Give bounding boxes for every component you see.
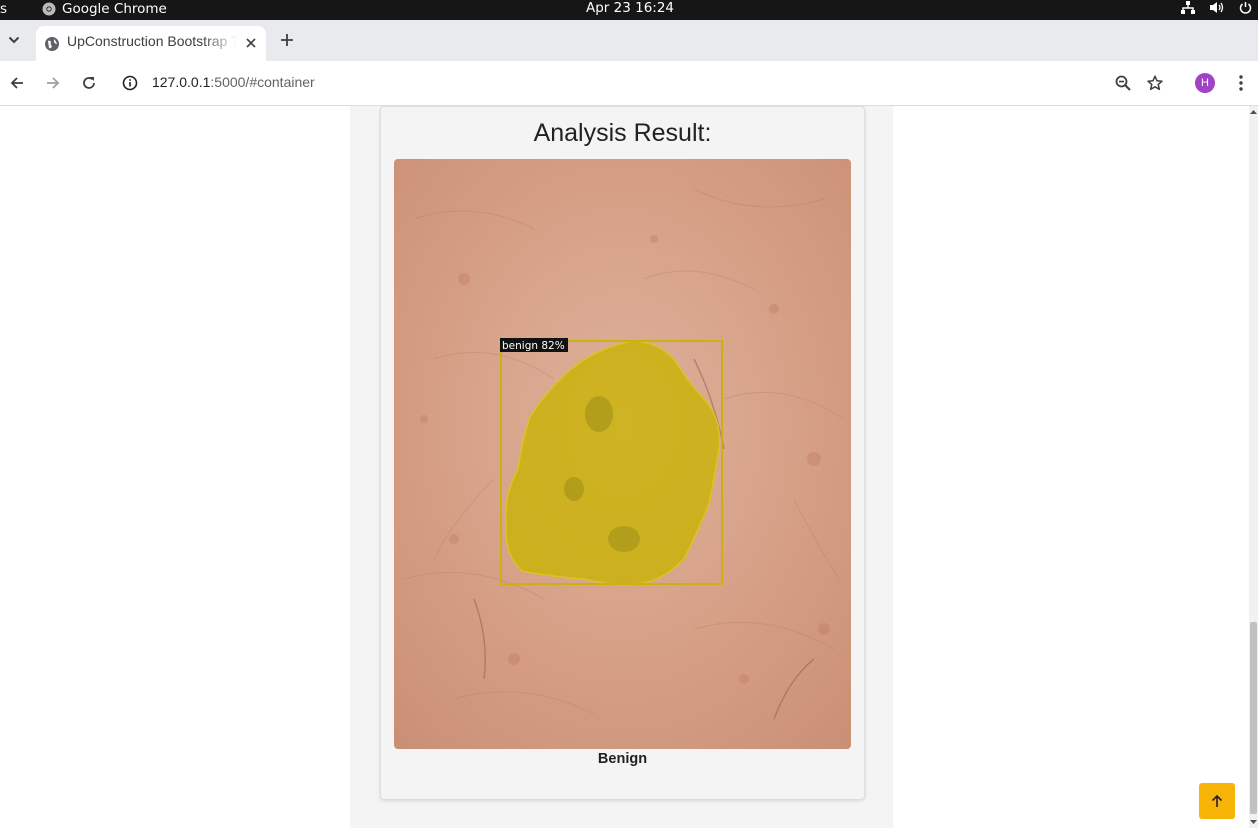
result-image: benign 82% bbox=[394, 159, 851, 749]
zoom-icon bbox=[1115, 75, 1131, 91]
chrome-icon bbox=[42, 2, 56, 16]
url-text[interactable]: 127.0.0.1:5000/#container bbox=[152, 74, 315, 90]
close-icon bbox=[246, 38, 256, 48]
activities-button[interactable]: s bbox=[0, 1, 7, 17]
analysis-result-card: Analysis Result: benign 82% Benign bbox=[380, 106, 865, 800]
tab-active[interactable]: UpConstruction Bootstrap Template bbox=[36, 26, 266, 61]
diagnosis-label: Benign bbox=[597, 751, 648, 767]
plus-icon bbox=[281, 34, 293, 46]
clock[interactable]: Apr 23 16:24 bbox=[586, 0, 674, 16]
app-name: Google Chrome bbox=[62, 1, 167, 17]
detection-label: benign 82% bbox=[502, 340, 565, 352]
forward-button[interactable] bbox=[41, 71, 65, 95]
power-icon bbox=[1239, 2, 1252, 14]
os-top-bar: s Google Chrome Apr 23 16:24 bbox=[0, 0, 1258, 20]
page-scrollbar[interactable] bbox=[1249, 106, 1258, 828]
scroll-up-arrow-icon[interactable] bbox=[1249, 108, 1258, 116]
kebab-menu-icon bbox=[1239, 75, 1243, 91]
back-button[interactable] bbox=[5, 71, 29, 95]
arrow-left-icon bbox=[10, 77, 23, 89]
url-path: :5000/#container bbox=[210, 74, 315, 90]
system-tray[interactable] bbox=[1181, 1, 1252, 14]
address-bar[interactable]: 127.0.0.1:5000/#container bbox=[114, 67, 1144, 99]
volume-icon bbox=[1210, 2, 1224, 13]
chevron-down-icon bbox=[8, 36, 20, 44]
page-viewport: Analysis Result: benign 82% Benign bbox=[0, 106, 1249, 828]
result-title: Analysis Result: bbox=[533, 119, 712, 147]
reload-button[interactable] bbox=[77, 71, 101, 95]
new-tab-button[interactable] bbox=[276, 29, 298, 51]
globe-icon bbox=[45, 37, 59, 51]
skin-lesion-image: benign 82% bbox=[394, 159, 851, 749]
back-to-top-button[interactable] bbox=[1199, 783, 1235, 819]
tab-strip: UpConstruction Bootstrap Template bbox=[0, 20, 1258, 61]
tab-title: UpConstruction Bootstrap Template bbox=[67, 33, 237, 49]
tab-close-button[interactable] bbox=[242, 34, 260, 52]
info-icon[interactable] bbox=[122, 75, 138, 91]
tab-list-button[interactable] bbox=[2, 28, 26, 52]
scrollbar-thumb[interactable] bbox=[1250, 622, 1257, 814]
arrow-up-icon bbox=[1211, 794, 1223, 807]
scroll-down-arrow-icon[interactable] bbox=[1249, 818, 1258, 826]
zoom-button[interactable] bbox=[1111, 71, 1135, 95]
url-host: 127.0.0.1 bbox=[152, 74, 211, 90]
reload-icon bbox=[83, 77, 95, 89]
star-icon bbox=[1147, 75, 1163, 91]
app-menu[interactable]: Google Chrome bbox=[42, 1, 167, 17]
bookmark-button[interactable] bbox=[1143, 71, 1167, 95]
browser-menu-button[interactable] bbox=[1229, 71, 1253, 95]
profile-avatar[interactable]: H bbox=[1195, 73, 1215, 93]
arrow-right-icon bbox=[47, 77, 60, 89]
browser-toolbar: 127.0.0.1:5000/#container H bbox=[0, 61, 1258, 106]
network-icon bbox=[1181, 1, 1195, 14]
